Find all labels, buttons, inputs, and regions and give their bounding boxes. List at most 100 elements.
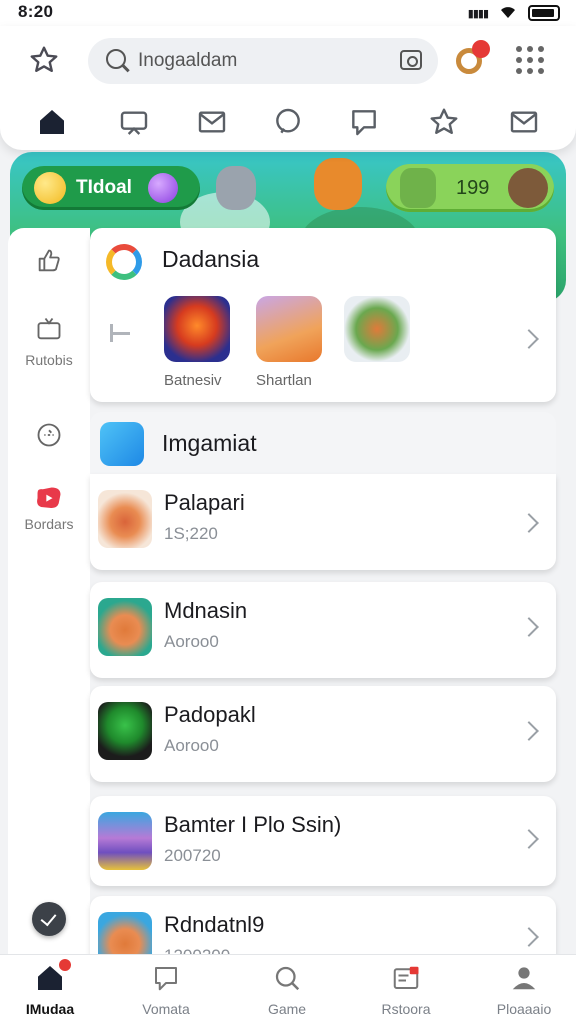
score-value: 199 bbox=[456, 177, 490, 199]
camera-icon[interactable] bbox=[400, 50, 422, 70]
item-title: Bamter I Plo Ssin) bbox=[164, 812, 342, 837]
search-icon bbox=[275, 966, 300, 991]
tab-label: Rstoora bbox=[381, 1001, 431, 1017]
rail-label: Rutobis bbox=[25, 352, 73, 368]
top-nav bbox=[0, 100, 576, 144]
app-icon bbox=[98, 702, 152, 760]
item-subtitle: Aoroo0 bbox=[164, 736, 219, 755]
tab-label: Ploaaaio bbox=[496, 1001, 552, 1017]
cat-mascot-image bbox=[216, 166, 256, 210]
video-icon bbox=[37, 487, 61, 508]
tab-badge bbox=[59, 959, 71, 971]
nav-comment[interactable] bbox=[346, 104, 382, 140]
tab-chat[interactable]: Vomata bbox=[116, 961, 216, 1017]
bottom-tab-bar: IMudaa Vomata Game Rstoora Ploaaaio bbox=[0, 954, 576, 1024]
chevron-right-icon bbox=[519, 513, 539, 533]
placeholder-icon bbox=[110, 324, 130, 342]
chat-icon bbox=[276, 108, 300, 134]
search-icon bbox=[106, 49, 126, 69]
item-title: Padopakl bbox=[164, 702, 256, 727]
app-icon bbox=[98, 598, 152, 656]
nav-tv[interactable] bbox=[116, 104, 152, 140]
tab-label: IMudaa bbox=[25, 1001, 75, 1017]
home-icon bbox=[40, 110, 64, 134]
score-pill[interactable]: 199 bbox=[386, 164, 554, 212]
featured-tile-2[interactable] bbox=[256, 296, 322, 362]
fox-mascot-image bbox=[314, 158, 362, 210]
signal-icon: ▮▮▮▮ bbox=[467, 7, 489, 20]
battery-icon bbox=[528, 5, 560, 21]
mail-icon bbox=[198, 111, 226, 133]
star-icon bbox=[430, 108, 458, 134]
status-time: 8:20 bbox=[18, 2, 54, 21]
rail-item-dial[interactable] bbox=[8, 420, 90, 450]
raccoon-icon bbox=[508, 168, 548, 208]
list-item[interactable]: Bamter I Plo Ssin) 200720 bbox=[90, 796, 556, 886]
item-subtitle: Aoroo0 bbox=[164, 632, 219, 651]
nav-chat[interactable] bbox=[270, 104, 306, 140]
featured-tile-label: Batnesiv bbox=[164, 372, 222, 389]
tab-game[interactable]: Game bbox=[237, 961, 337, 1017]
tab-profile[interactable]: Ploaaaio bbox=[474, 961, 574, 1017]
tab-label: Vomata bbox=[142, 1001, 190, 1017]
favorite-star-button[interactable] bbox=[26, 42, 62, 78]
featured-tile-3[interactable] bbox=[344, 296, 410, 362]
dial-icon bbox=[37, 423, 61, 447]
app-header bbox=[0, 26, 576, 150]
side-rail: Rutobis Bordars bbox=[8, 228, 90, 958]
apps-grid-icon[interactable] bbox=[516, 46, 544, 74]
item-subtitle: 1S;220 bbox=[164, 524, 218, 543]
thumbs-up-icon bbox=[38, 249, 60, 272]
gem-icon bbox=[34, 172, 66, 204]
inbox-icon bbox=[393, 966, 419, 989]
featured-title: Dadansia bbox=[162, 246, 260, 272]
rail-item-likes[interactable] bbox=[8, 246, 90, 276]
app-icon bbox=[98, 490, 152, 548]
status-bar: 8:20 ▮▮▮▮ bbox=[0, 0, 576, 26]
section-header: Imgamiat bbox=[90, 412, 556, 474]
notification-badge bbox=[472, 40, 490, 58]
star-icon bbox=[30, 46, 58, 72]
orb-icon bbox=[148, 173, 178, 203]
currency-pill[interactable]: TIdoal bbox=[22, 166, 200, 210]
tab-home[interactable]: IMudaa bbox=[0, 959, 100, 1017]
brand-logo-icon bbox=[106, 244, 142, 280]
nav-mail[interactable] bbox=[194, 104, 230, 140]
tv-icon bbox=[120, 111, 148, 135]
nav-envelope[interactable] bbox=[506, 104, 542, 140]
nav-home[interactable] bbox=[34, 104, 70, 140]
chevron-right-icon bbox=[519, 617, 539, 637]
chevron-right-icon bbox=[519, 927, 539, 947]
chevron-right-icon bbox=[519, 721, 539, 741]
featured-tile-1[interactable] bbox=[164, 296, 230, 362]
section-title: Imgamiat bbox=[162, 430, 257, 456]
item-subtitle: 200720 bbox=[164, 846, 221, 865]
item-title: Rdndatnl9 bbox=[164, 912, 265, 937]
item-title: Mdnasin bbox=[164, 598, 248, 623]
search-bar[interactable] bbox=[88, 38, 438, 84]
rail-label: Bordars bbox=[24, 516, 74, 532]
chevron-right-icon[interactable] bbox=[519, 329, 539, 349]
rail-item-bordars[interactable]: Bordars bbox=[8, 484, 90, 532]
item-title: Palapari bbox=[164, 490, 245, 515]
currency-label: TIdoal bbox=[76, 177, 132, 198]
chat-icon bbox=[155, 967, 177, 991]
list-item[interactable]: Mdnasin Aoroo0 bbox=[90, 582, 556, 678]
tv-icon bbox=[37, 317, 61, 340]
list-item[interactable]: Padopakl Aoroo0 bbox=[90, 686, 556, 782]
nav-star[interactable] bbox=[426, 104, 462, 140]
profile-icon bbox=[512, 967, 536, 990]
tab-rstoora[interactable]: Rstoora bbox=[356, 961, 456, 1017]
notification-button[interactable] bbox=[454, 40, 490, 80]
comment-icon bbox=[352, 110, 376, 136]
list-item[interactable]: Palapari 1S;220 bbox=[90, 474, 556, 570]
featured-card[interactable]: Dadansia Batnesiv Shartlan bbox=[90, 228, 556, 402]
app-icon bbox=[98, 812, 152, 870]
envelope-icon bbox=[510, 111, 538, 133]
wifi-icon bbox=[498, 3, 518, 23]
section-app-icon bbox=[100, 422, 144, 466]
featured-tile-label: Shartlan bbox=[256, 372, 312, 389]
search-input[interactable] bbox=[138, 46, 388, 76]
check-fab-button[interactable] bbox=[32, 902, 66, 936]
rail-item-rutobis[interactable]: Rutobis bbox=[8, 314, 90, 368]
